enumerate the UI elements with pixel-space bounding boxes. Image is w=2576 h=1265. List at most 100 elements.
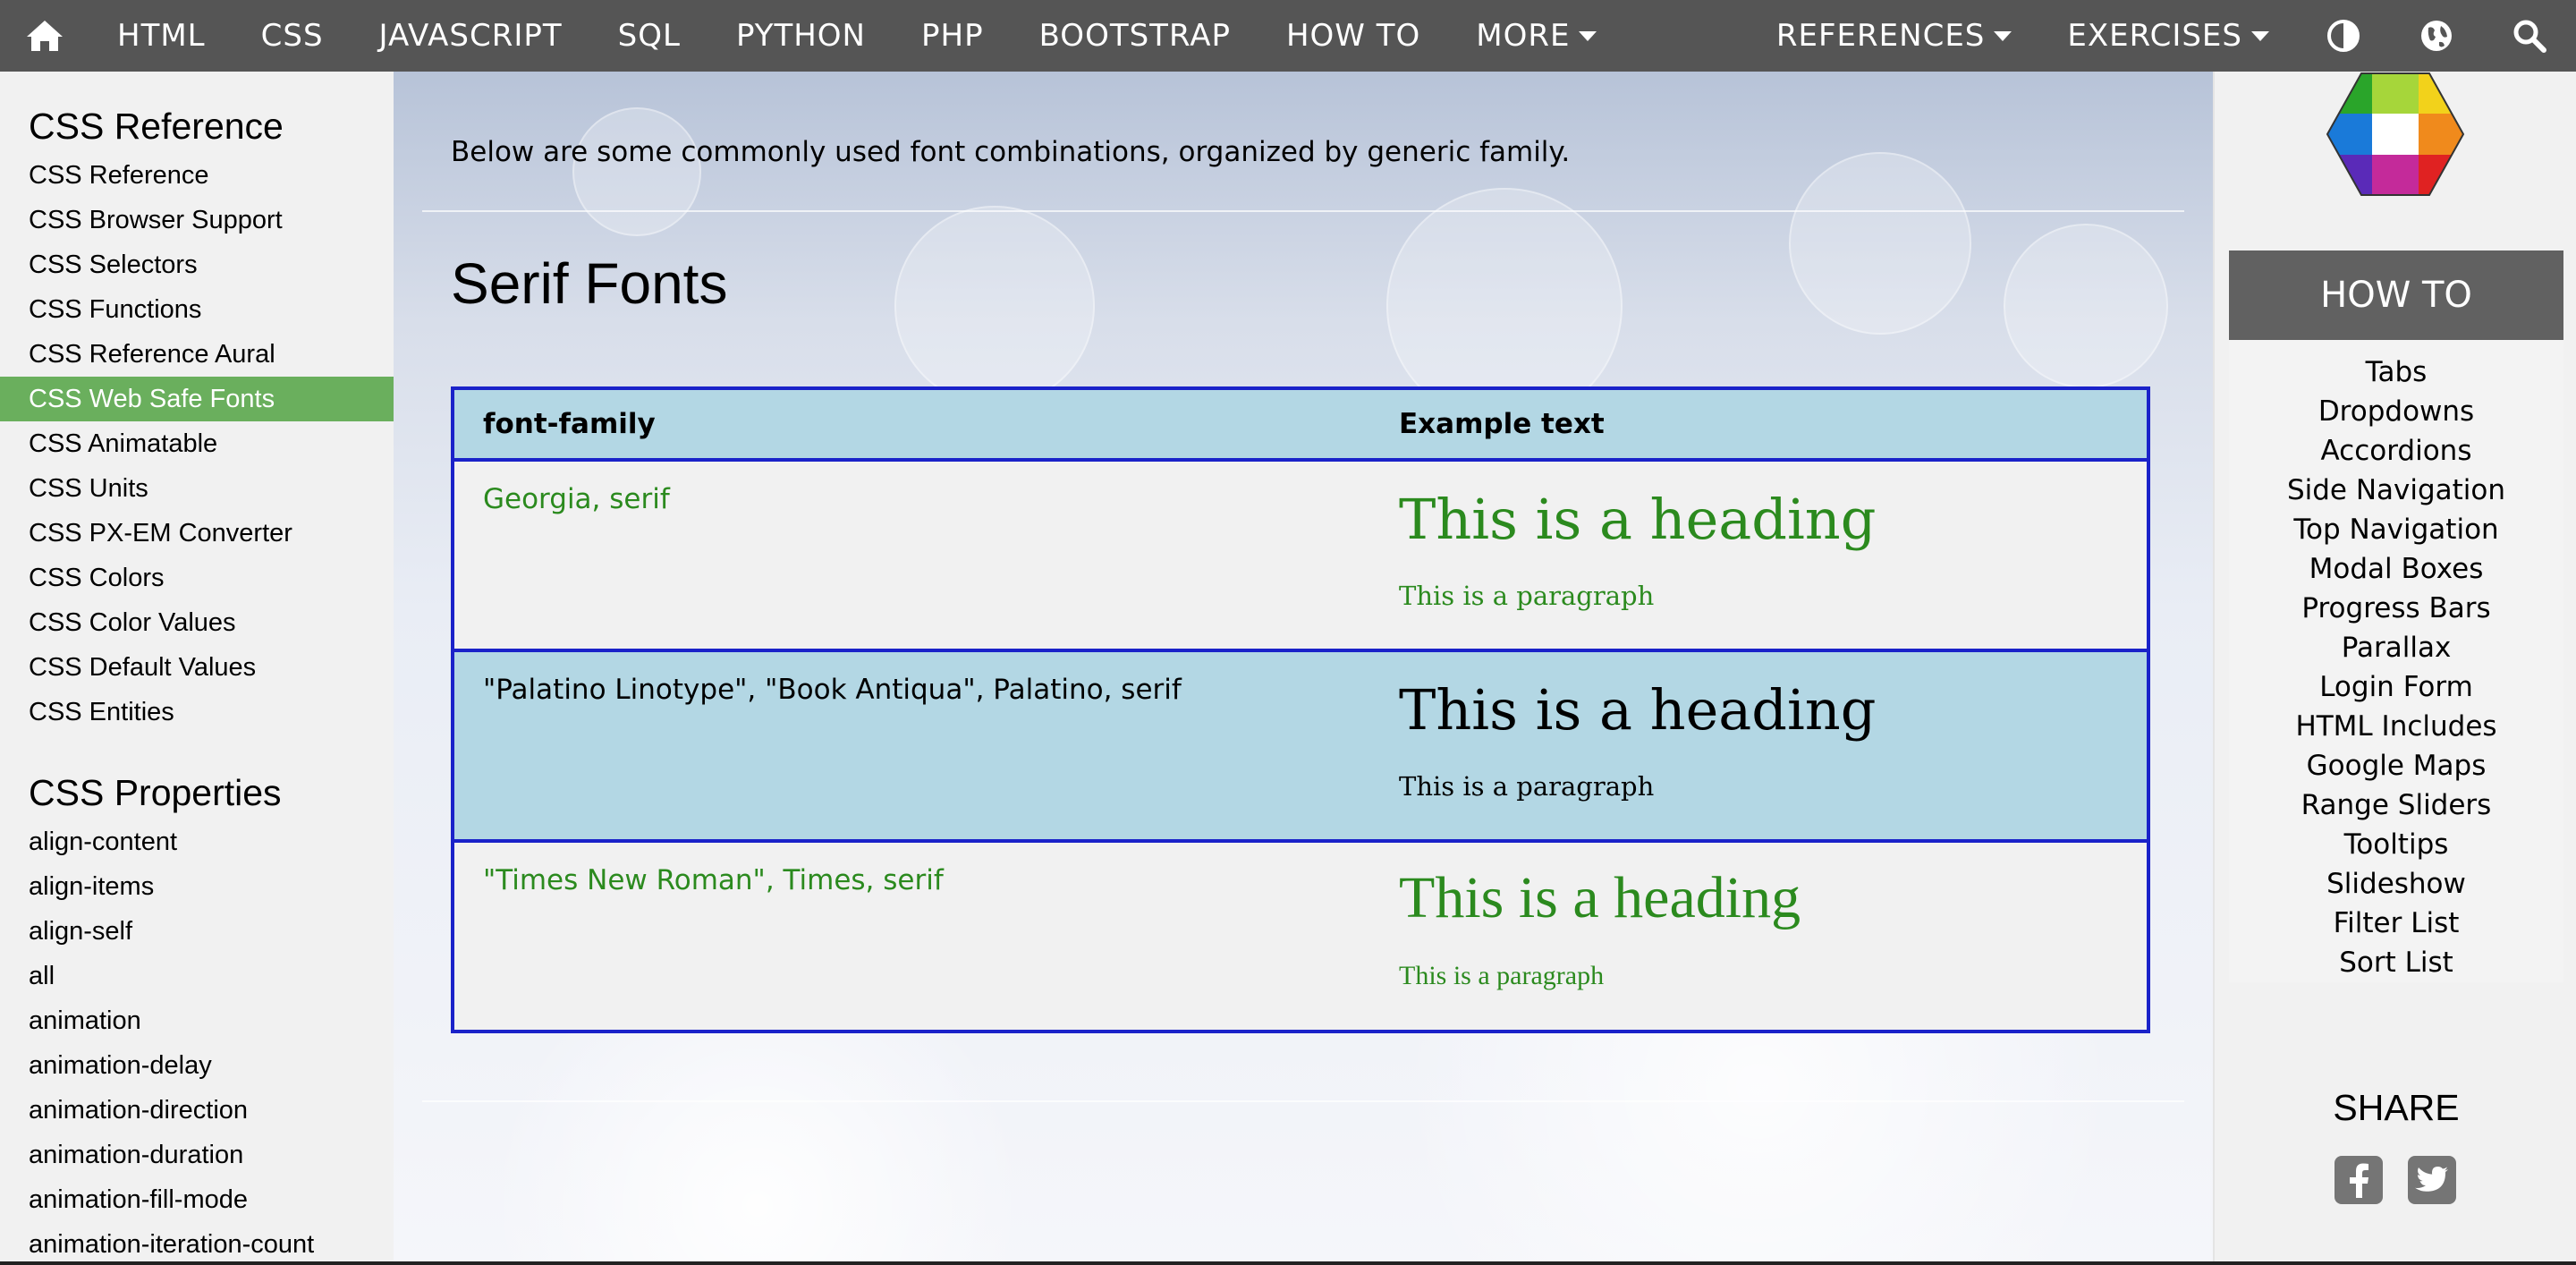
sidebar-item-animatable[interactable]: CSS Animatable — [0, 421, 394, 466]
how-to-link-login-form[interactable]: Login Form — [2229, 667, 2563, 707]
globe-icon — [2421, 21, 2452, 51]
search-button[interactable] — [2483, 0, 2576, 72]
nav-how-to[interactable]: HOW TO — [1258, 0, 1448, 72]
nav-references-dropdown[interactable]: REFERENCES — [1749, 0, 2040, 72]
font-family-cell: "Times New Roman", Times, serif — [453, 841, 1370, 1033]
how-to-link-parallax[interactable]: Parallax — [2229, 628, 2563, 667]
nav-more-label: MORE — [1476, 18, 1571, 54]
how-to-link-sort-list[interactable]: Sort List — [2229, 943, 2563, 982]
background-bubble — [2004, 224, 2168, 388]
how-to-link-range-sliders[interactable]: Range Sliders — [2229, 785, 2563, 825]
home-button[interactable] — [0, 0, 89, 72]
how-to-link-modal-boxes[interactable]: Modal Boxes — [2229, 549, 2563, 589]
sidebar-item-px-em-converter[interactable]: CSS PX-EM Converter — [0, 511, 394, 556]
caret-down-icon — [1579, 30, 1597, 41]
sidebar-item-align-content[interactable]: align-content — [0, 819, 394, 864]
left-sidebar: CSS Reference CSS Reference CSS Browser … — [0, 72, 394, 1265]
sidebar-item-animation-delay[interactable]: animation-delay — [0, 1043, 394, 1088]
how-to-link-slideshow[interactable]: Slideshow — [2229, 864, 2563, 904]
color-hexagon-logo[interactable] — [2326, 72, 2465, 197]
how-to-link-progress-bars[interactable]: Progress Bars — [2229, 589, 2563, 628]
nav-javascript[interactable]: JAVASCRIPT — [352, 0, 590, 72]
nav-exercises-label: EXERCISES — [2067, 18, 2242, 54]
facebook-icon — [2350, 1163, 2368, 1198]
twitter-icon — [2415, 1167, 2448, 1192]
share-title: SHARE — [2333, 1087, 2460, 1128]
sidebar-item-animation[interactable]: animation — [0, 998, 394, 1043]
example-paragraph: This is a paragraph — [1399, 581, 1655, 611]
background-bubble — [894, 206, 1095, 406]
contrast-icon — [2327, 20, 2360, 52]
how-to-link-google-maps[interactable]: Google Maps — [2229, 746, 2563, 785]
sidebar-item-browser-support[interactable]: CSS Browser Support — [0, 198, 394, 242]
facebook-share-button[interactable] — [2334, 1156, 2383, 1204]
table-row: "Times New Roman", Times, serif This is … — [453, 841, 2148, 1033]
divider — [422, 1100, 2184, 1102]
example-heading: This is a heading — [1399, 677, 1877, 743]
example-heading: This is a heading — [1399, 487, 1877, 552]
how-to-panel: HOW TO Tabs Dropdowns Accordions Side Na… — [2229, 250, 2563, 1027]
example-paragraph: This is a paragraph — [1399, 771, 1655, 802]
example-heading: This is a heading — [1399, 865, 1801, 930]
font-family-cell: "Palatino Linotype", "Book Antiqua", Pal… — [453, 650, 1370, 843]
table-row: Georgia, serif This is a heading This is… — [453, 460, 2148, 652]
sidebar-reference-heading: CSS Reference — [29, 106, 284, 147]
sidebar-item-css-reference[interactable]: CSS Reference — [0, 153, 394, 198]
nav-bootstrap[interactable]: BOOTSTRAP — [1012, 0, 1258, 72]
sidebar-item-animation-fill-mode[interactable]: animation-fill-mode — [0, 1177, 394, 1222]
example-cell: This is a heading This is a paragraph — [1370, 460, 2148, 652]
how-to-link-top-navigation[interactable]: Top Navigation — [2229, 510, 2563, 549]
how-to-link-accordions[interactable]: Accordions — [2229, 431, 2563, 471]
divider — [422, 210, 2184, 212]
how-to-link-html-includes[interactable]: HTML Includes — [2229, 707, 2563, 746]
sidebar-item-web-safe-fonts[interactable]: CSS Web Safe Fonts — [0, 377, 394, 421]
nav-references-label: REFERENCES — [1775, 18, 1986, 54]
search-icon — [2513, 20, 2546, 53]
how-to-link-filter-list[interactable]: Filter List — [2229, 904, 2563, 943]
sidebar-item-functions[interactable]: CSS Functions — [0, 287, 394, 332]
sidebar-item-align-items[interactable]: align-items — [0, 864, 394, 909]
main-content: Below are some commonly used font combin… — [394, 72, 2213, 1265]
sidebar-item-animation-direction[interactable]: animation-direction — [0, 1088, 394, 1133]
sidebar-item-entities[interactable]: CSS Entities — [0, 690, 394, 734]
how-to-link-side-navigation[interactable]: Side Navigation — [2229, 471, 2563, 510]
nav-php[interactable]: PHP — [894, 0, 1012, 72]
sidebar-item-selectors[interactable]: CSS Selectors — [0, 242, 394, 287]
nav-more-dropdown[interactable]: MORE — [1448, 0, 1624, 72]
sidebar-item-all[interactable]: all — [0, 954, 394, 998]
nav-sql[interactable]: SQL — [590, 0, 708, 72]
window-bottom-edge — [0, 1261, 2576, 1265]
column-header-example-text: Example text — [1370, 388, 2148, 462]
sidebar-item-reference-aural[interactable]: CSS Reference Aural — [0, 332, 394, 377]
sidebar-item-animation-duration[interactable]: animation-duration — [0, 1133, 394, 1177]
nav-html[interactable]: HTML — [89, 0, 233, 72]
sidebar-item-color-values[interactable]: CSS Color Values — [0, 600, 394, 645]
twitter-share-button[interactable] — [2408, 1156, 2456, 1204]
how-to-panel-title: HOW TO — [2229, 250, 2563, 340]
sidebar-item-units[interactable]: CSS Units — [0, 466, 394, 511]
theme-toggle-button[interactable] — [2297, 0, 2390, 72]
nav-css[interactable]: CSS — [233, 0, 352, 72]
caret-down-icon — [2251, 30, 2269, 41]
sidebar-item-colors[interactable]: CSS Colors — [0, 556, 394, 600]
caret-down-icon — [1994, 30, 2012, 41]
nav-exercises-dropdown[interactable]: EXERCISES — [2039, 0, 2297, 72]
example-cell: This is a heading This is a paragraph — [1370, 841, 2148, 1033]
background-bubble — [572, 107, 701, 236]
top-navbar: HTML CSS JAVASCRIPT SQL PYTHON PHP BOOTS… — [0, 0, 2576, 72]
section-title: Serif Fonts — [451, 251, 728, 316]
table-row: "Palatino Linotype", "Book Antiqua", Pal… — [453, 650, 2148, 843]
sidebar-properties-heading: CSS Properties — [29, 772, 282, 813]
sidebar-item-animation-iteration-count[interactable]: animation-iteration-count — [0, 1222, 394, 1265]
how-to-link-dropdowns[interactable]: Dropdowns — [2229, 392, 2563, 431]
example-cell: This is a heading This is a paragraph — [1370, 650, 2148, 843]
how-to-link-tooltips[interactable]: Tooltips — [2229, 825, 2563, 864]
how-to-link-tabs[interactable]: Tabs — [2229, 352, 2563, 392]
column-header-font-family: font-family — [453, 388, 1370, 462]
language-button[interactable] — [2390, 0, 2483, 72]
sidebar-item-default-values[interactable]: CSS Default Values — [0, 645, 394, 690]
how-to-list: Tabs Dropdowns Accordions Side Navigatio… — [2229, 340, 2563, 982]
color-hexagon-icon — [2326, 72, 2465, 196]
sidebar-item-align-self[interactable]: align-self — [0, 909, 394, 954]
nav-python[interactable]: PYTHON — [708, 0, 894, 72]
